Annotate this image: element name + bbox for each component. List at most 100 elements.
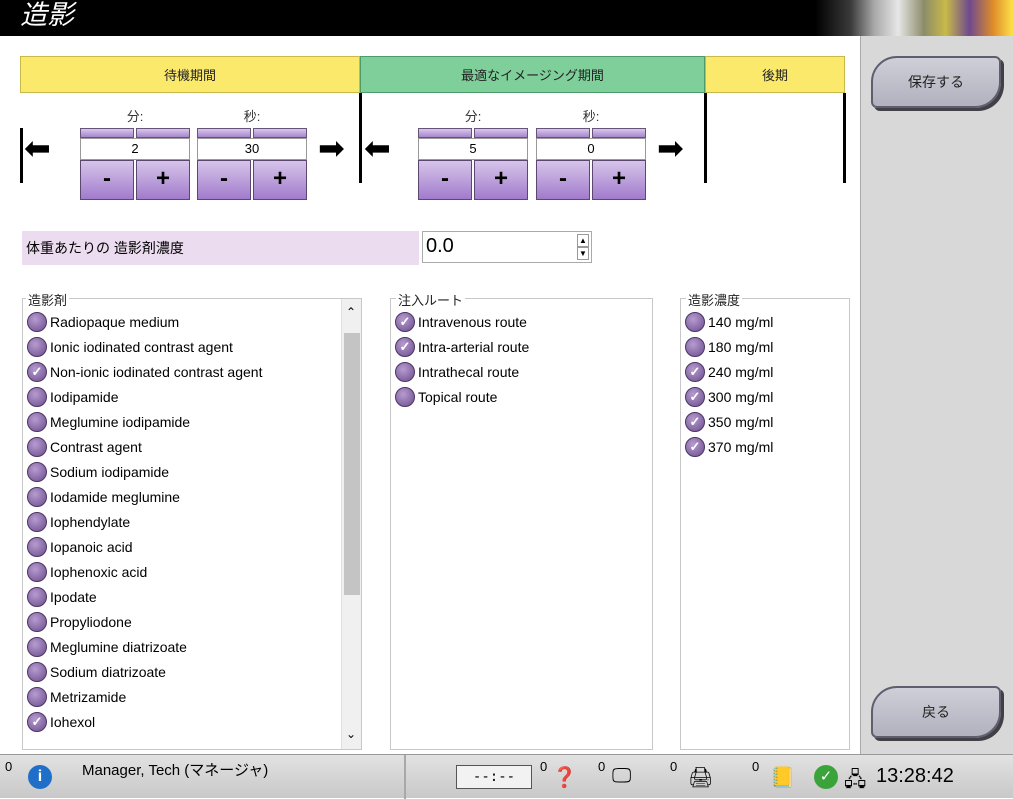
scroll-down-icon[interactable]: ⌄ bbox=[346, 727, 356, 741]
list-item[interactable]: ✓ Non-ionic iodinated contrast agent bbox=[27, 359, 262, 384]
list-item[interactable]: Propyliodone bbox=[27, 609, 132, 634]
checked-icon[interactable]: ✓ bbox=[685, 411, 705, 432]
unchecked-icon[interactable] bbox=[27, 536, 47, 557]
unchecked-icon[interactable] bbox=[27, 336, 47, 357]
checked-icon[interactable]: ✓ bbox=[685, 386, 705, 407]
wait-sec-up[interactable] bbox=[253, 128, 307, 138]
opt-sec-up[interactable] bbox=[536, 128, 590, 138]
unchecked-icon[interactable] bbox=[27, 461, 47, 482]
checked-icon[interactable]: ✓ bbox=[685, 436, 705, 457]
save-button[interactable]: 保存する bbox=[871, 56, 1001, 108]
spin-down-icon[interactable]: ▼ bbox=[577, 247, 589, 260]
list-item[interactable]: Ipodate bbox=[27, 584, 97, 609]
wait-sec-plus-button[interactable]: + bbox=[253, 160, 307, 200]
unchecked-icon[interactable] bbox=[27, 436, 47, 457]
wait-min-minus-button[interactable]: - bbox=[80, 160, 134, 200]
wait-min-up[interactable] bbox=[136, 128, 190, 138]
unchecked-icon[interactable] bbox=[27, 611, 47, 632]
opt-min-up[interactable] bbox=[418, 128, 472, 138]
contrast-agent-title: 造影剤 bbox=[26, 290, 70, 309]
left-arrow-icon: ⬅ bbox=[364, 130, 391, 166]
list-item[interactable]: ✓ 370 mg/ml bbox=[685, 434, 773, 459]
unchecked-icon[interactable] bbox=[27, 511, 47, 532]
unchecked-icon[interactable] bbox=[685, 336, 705, 357]
unchecked-icon[interactable] bbox=[27, 411, 47, 432]
opt-sec-plus-button[interactable]: + bbox=[592, 160, 646, 200]
status-bar: 0 i Manager, Tech (マネージャ) --:-- 0 ❓ 0 🖵 … bbox=[0, 754, 1013, 799]
dose-value: 0.0 bbox=[426, 235, 454, 257]
back-button[interactable]: 戻る bbox=[871, 686, 1001, 738]
wait-seconds-value[interactable]: 30 bbox=[197, 138, 307, 160]
scroll-up-icon[interactable]: ⌃ bbox=[346, 305, 356, 319]
list-item[interactable]: ✓ 300 mg/ml bbox=[685, 384, 773, 409]
wait-sec-up[interactable] bbox=[197, 128, 251, 138]
unchecked-icon[interactable] bbox=[395, 386, 415, 407]
list-item[interactable]: ✓ Intravenous route bbox=[395, 309, 527, 334]
opt-sec-minus-button[interactable]: - bbox=[536, 160, 590, 200]
spin-up-icon[interactable]: ▲ bbox=[577, 234, 589, 247]
unchecked-icon[interactable] bbox=[395, 361, 415, 382]
checked-icon[interactable]: ✓ bbox=[395, 311, 415, 332]
wait-min-plus-button[interactable]: + bbox=[136, 160, 190, 200]
list-item[interactable]: ✓ Intra-arterial route bbox=[395, 334, 529, 359]
unchecked-icon[interactable] bbox=[27, 561, 47, 582]
divider bbox=[20, 128, 23, 183]
network-icon[interactable]: 🖧 bbox=[844, 765, 866, 799]
wait-minutes-value[interactable]: 2 bbox=[80, 138, 190, 160]
list-item[interactable]: 180 mg/ml bbox=[685, 334, 773, 359]
list-item[interactable]: ✓ Iohexol bbox=[27, 709, 95, 734]
user-name[interactable]: Manager, Tech (マネージャ) bbox=[82, 759, 268, 780]
help-icon[interactable]: ❓ bbox=[552, 765, 577, 790]
info-icon[interactable]: i bbox=[28, 765, 52, 789]
list-item[interactable]: Radiopaque medium bbox=[27, 309, 179, 334]
unchecked-icon[interactable] bbox=[27, 586, 47, 607]
opt-minutes-value[interactable]: 5 bbox=[418, 138, 528, 160]
list-item[interactable]: Topical route bbox=[395, 384, 497, 409]
unchecked-icon[interactable] bbox=[685, 311, 705, 332]
unchecked-icon[interactable] bbox=[27, 386, 47, 407]
check-icon[interactable]: ✓ bbox=[814, 765, 838, 789]
checked-icon[interactable]: ✓ bbox=[685, 361, 705, 382]
scroll-thumb[interactable] bbox=[344, 333, 360, 595]
unchecked-icon[interactable] bbox=[27, 311, 47, 332]
list-item[interactable]: Iodipamide bbox=[27, 384, 119, 409]
unchecked-icon[interactable] bbox=[27, 636, 47, 657]
checked-icon[interactable]: ✓ bbox=[395, 336, 415, 357]
list-item-label: Radiopaque medium bbox=[50, 313, 180, 330]
list-item[interactable]: Intrathecal route bbox=[395, 359, 519, 384]
printer-icon[interactable]: 🖨 bbox=[688, 765, 713, 790]
list-item[interactable]: Sodium iodipamide bbox=[27, 459, 169, 484]
unchecked-icon[interactable] bbox=[27, 686, 47, 707]
list-item[interactable]: Ionic iodinated contrast agent bbox=[27, 334, 233, 359]
list-item[interactable]: ✓ 240 mg/ml bbox=[685, 359, 773, 384]
opt-min-plus-button[interactable]: + bbox=[474, 160, 528, 200]
opt-sec-up[interactable] bbox=[592, 128, 646, 138]
output-icon[interactable]: 🖵 bbox=[612, 765, 631, 788]
list-item[interactable]: Iophenoxic acid bbox=[27, 559, 147, 584]
unchecked-icon[interactable] bbox=[27, 661, 47, 682]
wait-min-up[interactable] bbox=[80, 128, 134, 138]
opt-seconds-value[interactable]: 0 bbox=[536, 138, 646, 160]
list-item[interactable]: ✓ 350 mg/ml bbox=[685, 409, 773, 434]
list-item[interactable]: Iopanoic acid bbox=[27, 534, 133, 559]
list-item[interactable]: Metrizamide bbox=[27, 684, 126, 709]
list-item[interactable]: Meglumine diatrizoate bbox=[27, 634, 187, 659]
checked-icon[interactable]: ✓ bbox=[27, 361, 47, 382]
list-item[interactable]: Iodamide meglumine bbox=[27, 484, 180, 509]
opt-min-minus-button[interactable]: - bbox=[418, 160, 472, 200]
opt-min-up[interactable] bbox=[474, 128, 528, 138]
wait-sec-minus-button[interactable]: - bbox=[197, 160, 251, 200]
list-item[interactable]: Meglumine iodipamide bbox=[27, 409, 190, 434]
count: 0 bbox=[752, 759, 760, 774]
unchecked-icon[interactable] bbox=[27, 486, 47, 507]
concentration-title: 造影濃度 bbox=[686, 290, 743, 309]
notes-icon[interactable]: 📒 bbox=[770, 765, 795, 790]
list-item[interactable]: Contrast agent bbox=[27, 434, 142, 459]
timer-display[interactable]: --:-- bbox=[456, 765, 532, 789]
scrollbar[interactable]: ⌃ ⌄ bbox=[341, 299, 361, 749]
list-item[interactable]: Sodium diatrizoate bbox=[27, 659, 166, 684]
checked-icon[interactable]: ✓ bbox=[27, 711, 47, 732]
dose-spinner[interactable]: 0.0 ▲ ▼ bbox=[422, 231, 592, 263]
list-item[interactable]: 140 mg/ml bbox=[685, 309, 773, 334]
list-item[interactable]: Iophendylate bbox=[27, 509, 130, 534]
